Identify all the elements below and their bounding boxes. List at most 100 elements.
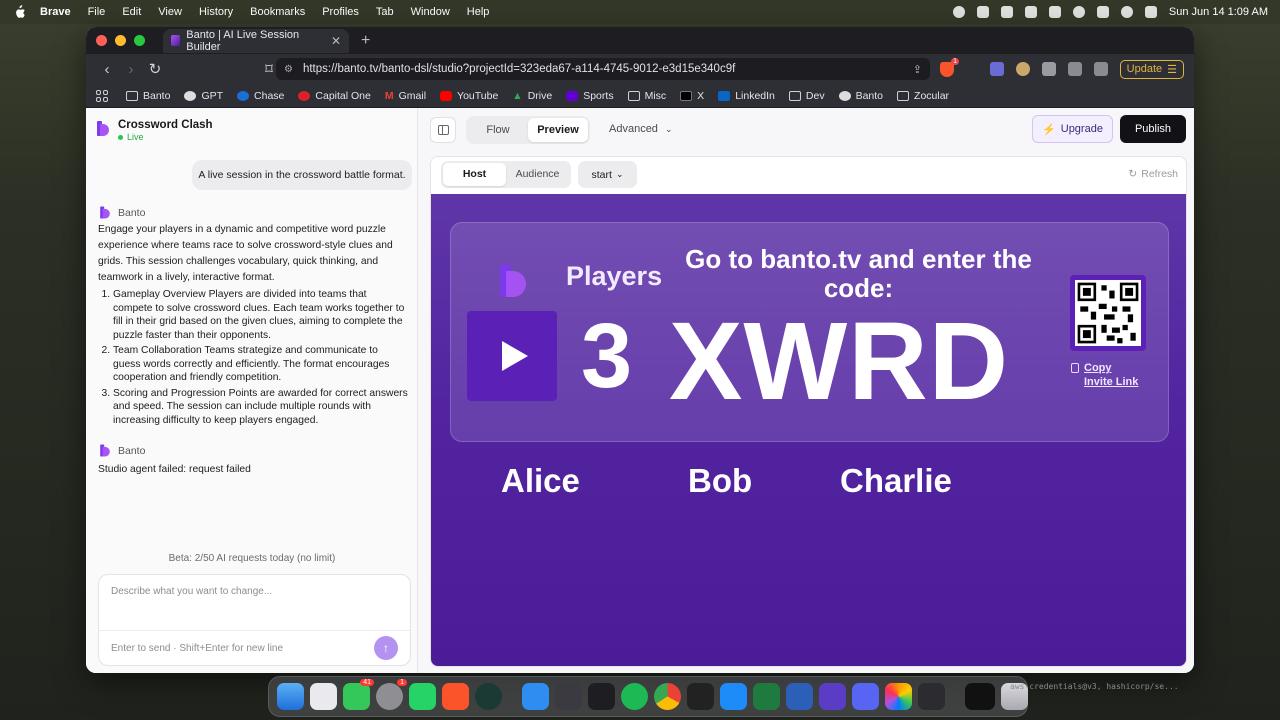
brave-shields-icon[interactable]: 1 [940,57,959,77]
spotify-icon[interactable] [621,683,648,710]
menu-file[interactable]: File [88,6,106,18]
finder-icon[interactable] [277,683,304,710]
wifi-icon[interactable] [1120,6,1133,18]
word-icon[interactable] [786,683,813,710]
agent-error-message: Studio agent failed: request failed [98,464,251,475]
tab-flow[interactable]: Flow [468,118,528,142]
shields-badge: 1 [951,57,959,65]
reload-icon[interactable]: ↻ [144,60,166,78]
menu-window[interactable]: Window [411,6,450,18]
play-button[interactable] [467,311,557,401]
forward-icon[interactable]: › [120,61,142,78]
bookmark-gpt[interactable]: GPT [184,90,223,102]
player-app-icon[interactable] [819,683,846,710]
menu-bookmarks[interactable]: Bookmarks [250,6,305,18]
diamond-icon[interactable] [1024,6,1037,18]
extension-1-icon[interactable] [989,62,1004,76]
play-circle-icon[interactable] [1072,6,1085,18]
launchpad-icon[interactable] [310,683,337,710]
chrome-icon[interactable] [654,683,681,710]
menu-help[interactable]: Help [467,6,490,18]
send-button[interactable]: ↑ [374,636,398,660]
bookmark-page-icon[interactable]: ⌑ [258,60,280,78]
menu-tab[interactable]: Tab [376,6,394,18]
tab-preview[interactable]: Preview [528,118,588,142]
role-host-tab[interactable]: Host [443,163,506,186]
menubar-clock[interactable]: Sun Jun 14 1:09 AM [1169,6,1268,18]
system-settings-icon[interactable]: 1 [376,679,407,710]
app-store-icon[interactable] [720,683,747,710]
chat-input[interactable]: Describe what you want to change... [111,586,272,597]
record-icon[interactable] [952,6,965,18]
site-settings-icon[interactable]: ⚙ [284,64,293,75]
menu-view[interactable]: View [158,6,182,18]
browser-tab-active[interactable]: Banto | AI Live Session Builder ✕ [163,28,349,53]
list-item: Scoring and Progression Points are award… [113,387,408,428]
whatsapp-icon[interactable] [409,683,436,710]
battery-icon[interactable] [1096,6,1109,18]
brave-browser-icon[interactable] [442,683,469,710]
leo-ai-icon[interactable] [1093,62,1108,76]
bookmark-youtube[interactable]: YouTube [440,90,498,102]
extension-icon[interactable] [976,6,989,18]
agent-intro: Engage your players in a dynamic and com… [98,224,393,283]
docker-icon[interactable] [555,683,582,710]
bookmark-zocular[interactable]: Zocular [897,90,949,102]
bookmark-linkedin[interactable]: LinkedIn [718,90,775,102]
state-select[interactable]: start ⌄ [578,161,637,188]
copy-invite-link[interactable]: Copy Invite Link [1071,361,1140,389]
publish-button[interactable]: Publish [1120,115,1186,143]
maximize-window-button[interactable] [134,35,145,46]
close-window-button[interactable] [96,35,107,46]
minimize-window-button[interactable] [115,35,126,46]
bookmark-gmail[interactable]: M Gmail [385,90,426,102]
bookmark-sports[interactable]: Sports [566,90,614,102]
chat-composer[interactable]: Describe what you want to change... Ente… [98,574,411,666]
bookmark-banto-github[interactable]: Banto [838,90,883,102]
menu-profiles[interactable]: Profiles [322,6,359,18]
messages-icon[interactable]: 41 [343,679,374,710]
bookmark-x[interactable]: X [680,90,704,102]
arrow-up-icon: ↑ [383,641,389,655]
activity-monitor-icon[interactable] [588,683,615,710]
menu-history[interactable]: History [199,6,233,18]
terminal-icon[interactable] [687,683,714,710]
bookmark-banto[interactable]: Banto [126,90,170,102]
chase-icon [237,90,250,101]
image-icon[interactable] [1048,6,1061,18]
upgrade-button[interactable]: ⚡ Upgrade [1032,115,1113,143]
menu-brave[interactable]: Brave [40,6,71,18]
advanced-dropdown[interactable]: Advanced ⌄ [609,123,673,135]
zoom-icon[interactable] [522,683,549,710]
address-bar[interactable]: ⚙ https://banto.tv/banto-dsl/studio?proj… [276,58,930,80]
share-icon[interactable]: ⇪ [913,63,922,76]
excel-icon[interactable] [753,683,780,710]
url-text[interactable]: https://banto.tv/banto-dsl/studio?projec… [303,63,735,75]
sidebar-icon[interactable] [1067,62,1082,76]
control-center-icon[interactable] [1144,6,1157,18]
cube-app-icon[interactable] [918,683,945,710]
close-tab-icon[interactable]: ✕ [331,34,341,48]
menu-edit[interactable]: Edit [122,6,141,18]
bookmark-capital-one[interactable]: Capital One [298,90,371,102]
extensions-puzzle-icon[interactable] [1041,62,1056,76]
minimized-window-icon[interactable] [965,683,995,710]
bookmark-chase[interactable]: Chase [237,90,284,102]
role-audience-tab[interactable]: Audience [506,163,569,186]
refresh-button[interactable]: ↻ Refresh [1128,168,1178,180]
bookmark-drive[interactable]: ▲ Drive [512,90,552,102]
toggle-sidebar-button[interactable] [430,117,456,143]
photos-icon[interactable] [885,683,912,710]
apple-icon[interactable] [12,5,26,19]
discord-icon[interactable] [852,683,879,710]
update-button[interactable]: Update ☰ [1119,59,1184,79]
chatgpt-icon[interactable] [475,683,502,710]
back-icon[interactable]: ‹ [96,61,118,78]
bookmark-dev[interactable]: Dev [788,90,825,102]
apps-grid-icon[interactable] [96,89,108,102]
bookmark-misc[interactable]: Misc [627,90,666,102]
extension-2-icon[interactable] [1015,62,1030,76]
new-tab-icon[interactable]: + [361,32,370,50]
box-icon[interactable] [1000,6,1013,18]
chevron-down-icon: ⌄ [665,124,673,134]
